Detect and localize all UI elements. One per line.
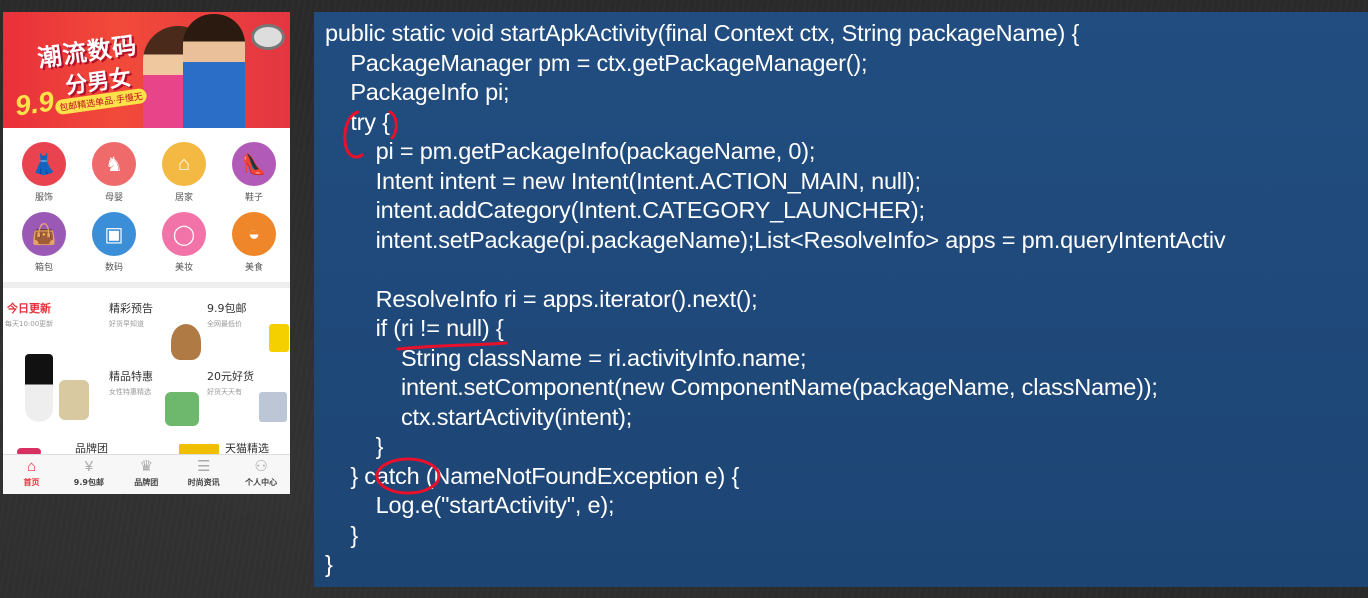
- dress-icon: 👗: [31, 153, 57, 176]
- code-line: PackageInfo pi;: [325, 79, 510, 105]
- category-label: 数码: [104, 263, 123, 273]
- sweater-product-image[interactable]: [165, 392, 199, 426]
- phone-screenshot: 潮流数码 分男女 9.9 包邮精选单品·手慢无 👗 服饰 ♞ 母婴 ⌂ 居家 👠 鞋子 👜 箱包 ▣…: [3, 12, 290, 494]
- category-icon-wrap: ⌂: [162, 142, 206, 186]
- code-line: public static void startApkActivity(fina…: [325, 20, 1080, 46]
- code-line: } catch (NameNotFoundException e) {: [325, 462, 740, 489]
- code-line: if (ri != null) {: [325, 315, 504, 341]
- code-line: intent.addCategory(Intent.CATEGORY_LAUNC…: [325, 197, 925, 223]
- category-icon-wrap: ◒: [232, 212, 276, 256]
- special-title[interactable]: 精品特惠: [109, 368, 153, 384]
- tab-3[interactable]: ☰ 时尚资讯: [175, 457, 232, 488]
- shoe-icon: 👠: [241, 153, 267, 176]
- banner-price: 9.9: [12, 85, 56, 122]
- code-line: Log.e("startActivity", e);: [325, 492, 615, 518]
- twenty-yuan-sub: 好货天天有: [207, 388, 242, 396]
- rocking-horse-icon: ♞: [105, 153, 123, 176]
- special-sub: 女性特惠精选: [109, 388, 151, 396]
- home-icon: ⌂: [26, 458, 37, 475]
- bag-icon: 👜: [31, 223, 57, 246]
- category-icon-wrap: 👠: [232, 142, 276, 186]
- category-6[interactable]: ◯ 美妆: [149, 212, 219, 273]
- preview-sub: 好货早知道: [109, 320, 144, 328]
- tab-label: 时尚资讯: [187, 478, 220, 487]
- code-line: intent.setComponent(new ComponentName(pa…: [325, 374, 1158, 400]
- category-label: 美食: [244, 263, 263, 273]
- category-label: 母婴: [104, 193, 123, 203]
- category-label: 鞋子: [244, 193, 263, 203]
- dress-product-image[interactable]: [25, 354, 53, 422]
- ring-icon: ◯: [172, 223, 196, 246]
- list-icon: ☰: [196, 458, 211, 475]
- category-label: 服饰: [34, 193, 53, 203]
- code-line: ctx.startActivity(intent);: [325, 403, 633, 430]
- bear-product-image[interactable]: [171, 324, 201, 360]
- tab-label: 首页: [23, 478, 40, 487]
- sponge-toy-image[interactable]: [269, 324, 289, 352]
- category-grid: 👗 服饰 ♞ 母婴 ⌂ 居家 👠 鞋子 👜 箱包 ▣ 数码 ◯ 美妆 ◒ 美食: [3, 140, 290, 280]
- category-2[interactable]: ⌂ 居家: [149, 142, 219, 203]
- today-update-title[interactable]: 今日更新: [7, 300, 51, 316]
- person-icon: ⚇: [254, 458, 268, 475]
- promo-banner[interactable]: 潮流数码 分男女 9.9 包邮精选单品·手慢无: [3, 12, 290, 128]
- basket-icon: ⌂: [177, 152, 191, 175]
- tab-label: 9.9包邮: [73, 478, 104, 487]
- category-icon-wrap: 👗: [22, 142, 66, 186]
- code-line: ResolveInfo ri = apps.iterator().next();: [325, 285, 758, 312]
- code-line: String className = ri.activityInfo.name;: [325, 344, 807, 371]
- banner-model-male: [183, 14, 245, 128]
- category-icon-wrap: ♞: [92, 142, 136, 186]
- code-line: pi = pm.getPackageInfo(packageName, 0);: [325, 138, 816, 164]
- tab-label: 个人中心: [245, 478, 278, 487]
- promo-section: 今日更新 每天10:00更新 精彩预告 好货早知道 9.9包邮 全网最低价 精品…: [3, 288, 290, 456]
- category-icon-wrap: ◯: [162, 212, 206, 256]
- today-update-sub: 每天10:00更新: [5, 320, 54, 328]
- category-4[interactable]: 👜 箱包: [9, 212, 79, 273]
- code-line: try {: [325, 108, 390, 135]
- preview-title[interactable]: 精彩预告: [109, 300, 153, 316]
- tab-2[interactable]: ♛ 品牌团: [118, 457, 175, 488]
- code-line: }: [325, 521, 358, 548]
- try-annotation-tick: [388, 110, 398, 140]
- category-label: 箱包: [34, 263, 53, 273]
- category-1[interactable]: ♞ 母婴: [79, 142, 149, 203]
- coin-icon: ¥: [84, 458, 94, 475]
- code-line: PackageManager pm = ctx.getPackageManage…: [325, 49, 868, 76]
- backpack-product-image[interactable]: [59, 380, 89, 420]
- code-line: intent.setPackage(pi.packageName);List<R…: [325, 226, 1226, 253]
- bowl-icon: ◒: [247, 222, 261, 245]
- bottom-tab-bar: ⌂ 首页 ¥9.9包邮 ♛ 品牌团 ☰ 时尚资讯 ⚇ 个人中心: [3, 454, 290, 494]
- category-label: 美妆: [174, 263, 193, 273]
- category-3[interactable]: 👠 鞋子: [219, 142, 289, 203]
- category-7[interactable]: ◒ 美食: [219, 212, 289, 273]
- devices-icon: ▣: [104, 223, 124, 246]
- category-5[interactable]: ▣ 数码: [79, 212, 149, 273]
- twenty-yuan-title[interactable]: 20元好货: [207, 368, 254, 384]
- code-line: }: [325, 551, 333, 577]
- category-icon-wrap: ▣: [92, 212, 136, 256]
- free-ship-sub: 全网最低价: [207, 320, 242, 328]
- category-0[interactable]: 👗 服饰: [9, 142, 79, 203]
- headphones-icon: [251, 24, 285, 50]
- tab-label: 品牌团: [134, 478, 159, 487]
- code-line: Intent intent = new Intent(Intent.ACTION…: [325, 167, 921, 194]
- code-line: }: [325, 433, 384, 459]
- crown-icon: ♛: [139, 458, 154, 475]
- category-label: 居家: [174, 193, 193, 203]
- tab-1[interactable]: ¥9.9包邮: [60, 457, 117, 488]
- category-icon-wrap: 👜: [22, 212, 66, 256]
- free-ship-title[interactable]: 9.9包邮: [207, 300, 247, 316]
- tab-0[interactable]: ⌂ 首页: [3, 457, 60, 488]
- code-panel: } } Log.e("startActivity", e); } catch (…: [314, 12, 1368, 587]
- phone-case-product-image[interactable]: [259, 392, 287, 422]
- tab-4[interactable]: ⚇ 个人中心: [233, 457, 290, 488]
